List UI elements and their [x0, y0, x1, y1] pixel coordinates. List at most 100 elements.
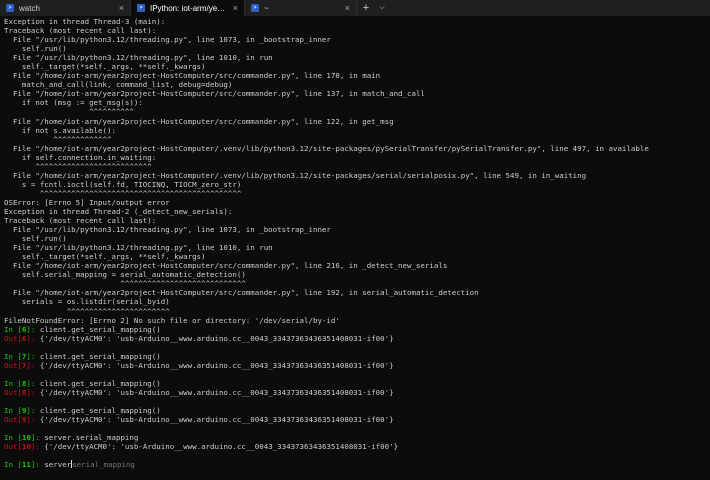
- input-code: client.get_serial_mapping(): [39, 406, 161, 416]
- terminal-line: serials = os.listdir(serial_byid): [4, 297, 170, 307]
- terminal-line: Traceback (most recent call last):: [4, 216, 157, 226]
- prompt-number: 11: [21, 460, 31, 470]
- prompt-suffix: ]:: [26, 351, 40, 361]
- prompt-suffix: ]:: [30, 442, 45, 452]
- current-input-line[interactable]: In [11]: serverserial_mapping: [4, 460, 704, 469]
- prompt-prefix: Out[: [4, 360, 22, 370]
- prompt-prefix: Out[: [4, 415, 22, 425]
- terminal-line: File "/usr/lib/python3.12/threading.py",…: [4, 35, 331, 45]
- input-code: client.get_serial_mapping(): [39, 351, 161, 361]
- out-prompt: Out[9]:: [4, 415, 40, 424]
- out-prompt: Out[10]:: [4, 442, 44, 451]
- input-code: client.get_serial_mapping(): [39, 324, 161, 334]
- terminal-line: File "/usr/lib/python3.12/threading.py",…: [4, 225, 331, 235]
- in-prompt: In [7]:: [4, 352, 40, 361]
- tab-label: IPython: iot-arm/year2project-: [150, 3, 228, 13]
- terminal-line: Traceback (most recent call last):: [4, 26, 157, 36]
- close-icon[interactable]: ×: [119, 3, 124, 13]
- output-line: Out[7]: {'/dev/ttyACM0': 'usb-Arduino__w…: [4, 361, 704, 370]
- new-tab-button[interactable]: +: [357, 0, 375, 16]
- in-prompt: In [8]:: [4, 379, 40, 388]
- prompt-suffix: ]:: [26, 406, 40, 416]
- prompt-suffix: ]:: [30, 433, 45, 443]
- prompt-suffix: ]:: [26, 378, 40, 388]
- output-value: {'/dev/ttyACM0': 'usb-Arduino__www.ardui…: [39, 360, 394, 370]
- prompt-prefix: In [: [4, 378, 22, 388]
- output-line: Out[9]: {'/dev/ttyACM0': 'usb-Arduino__w…: [4, 415, 704, 424]
- output-line: Out[10]: {'/dev/ttyACM0': 'usb-Arduino__…: [4, 442, 704, 451]
- terminal-line: File "/usr/lib/python3.12/threading.py",…: [4, 53, 273, 63]
- terminal-line: ^^^^^^^^^^^^^^^^^^^^^^^^^^^^: [4, 279, 246, 289]
- terminal-line: self._target(*self._args, **self._kwargs…: [4, 252, 206, 262]
- terminal-line: Exception in thread Thread-3 (main):: [4, 17, 166, 26]
- terminal-line: ^^^^^^^^^^^^^: [4, 134, 112, 144]
- terminal-line: match_and_call(link, command_list, debug…: [4, 80, 233, 90]
- output-line: Out[6]: {'/dev/ttyACM0': 'usb-Arduino__w…: [4, 334, 704, 343]
- prompt-suffix: ]:: [26, 324, 40, 334]
- in-prompt: In [11]:: [4, 460, 44, 469]
- tab-home[interactable]: > ~ ×: [245, 0, 357, 16]
- prompt-suffix: ]:: [26, 360, 40, 370]
- autosuggest-text: serial_mapping: [72, 460, 135, 470]
- tab-ipython[interactable]: > IPython: iot-arm/year2project- ×: [131, 0, 245, 16]
- prompt-number: 10: [21, 433, 31, 443]
- terminal-line: if self.connection.in_waiting:: [4, 152, 157, 162]
- out-prompt: Out[6]:: [4, 334, 40, 343]
- tab-label: ~: [264, 3, 269, 13]
- terminal-line: FileNotFoundError: [Errno 2] No such fil…: [4, 315, 340, 325]
- input-line: In [9]: client.get_serial_mapping(): [4, 406, 704, 415]
- input-line: In [10]: server.serial_mapping: [4, 433, 704, 442]
- input-line: In [7]: client.get_serial_mapping(): [4, 352, 704, 361]
- prompt-suffix: ]:: [26, 333, 40, 343]
- terminal-line: ^^^^^^^^^^^^^^^^^^^^^^^^^^^^^^^^^^^^^^^^…: [4, 188, 242, 198]
- input-line: In [8]: client.get_serial_mapping(): [4, 379, 704, 388]
- in-prompt: In [6]:: [4, 325, 40, 334]
- terminal-icon: >: [251, 4, 259, 12]
- terminal-line: File "/home/iot-arm/year2project-HostCom…: [4, 71, 381, 81]
- input-code: client.get_serial_mapping(): [39, 378, 161, 388]
- output-value: {'/dev/ttyACM0': 'usb-Arduino__www.ardui…: [39, 333, 394, 343]
- terminal-line: ^^^^^^^^^^^^^^^^^^^^^^^: [4, 306, 170, 316]
- prompt-suffix: ]:: [30, 460, 45, 470]
- in-prompt: In [10]:: [4, 433, 44, 442]
- tab-watch[interactable]: > watch ×: [0, 0, 131, 16]
- terminal-tab-bar: > watch × > IPython: iot-arm/year2projec…: [0, 0, 710, 16]
- close-icon[interactable]: ×: [345, 3, 350, 13]
- close-icon[interactable]: ×: [233, 3, 238, 13]
- terminal-icon: >: [137, 4, 145, 12]
- terminal-line: self.run(): [4, 44, 67, 54]
- typed-text[interactable]: server: [44, 460, 71, 469]
- prompt-suffix: ]:: [26, 387, 40, 397]
- terminal-line: File "/home/iot-arm/year2project-HostCom…: [4, 261, 448, 271]
- prompt-prefix: In [: [4, 433, 22, 443]
- terminal-line: self._target(*self._args, **self._kwargs…: [4, 62, 206, 72]
- terminal-line: self.run(): [4, 234, 67, 244]
- in-prompt: In [9]:: [4, 406, 40, 415]
- terminal-output[interactable]: Exception in thread Thread-3 (main): Trac…: [4, 17, 704, 479]
- terminal-line: File "/home/iot-arm/year2project-HostCom…: [4, 288, 479, 298]
- terminal-line: File "/home/iot-arm/year2project-HostCom…: [4, 116, 394, 126]
- terminal-line: File "/usr/lib/python3.12/threading.py",…: [4, 243, 273, 253]
- terminal-line: if not (msg := get_msg(s)):: [4, 98, 143, 108]
- output-line: Out[8]: {'/dev/ttyACM0': 'usb-Arduino__w…: [4, 388, 704, 397]
- prompt-prefix: In [: [4, 351, 22, 361]
- terminal-line: ^^^^^^^^^^^^^^^^^^^^^^^^^^: [4, 161, 152, 171]
- terminal-line: File "/home/iot-arm/year2project-HostCom…: [4, 89, 425, 99]
- terminal-line: File "/home/iot-arm/year2project-HostCom…: [4, 170, 587, 180]
- prompt-prefix: Out[: [4, 442, 22, 452]
- input-code: server.serial_mapping: [44, 433, 139, 443]
- prompt-prefix: In [: [4, 406, 22, 416]
- out-prompt: Out[7]:: [4, 361, 40, 370]
- prompt-prefix: Out[: [4, 387, 22, 397]
- input-line: In [6]: client.get_serial_mapping(): [4, 325, 704, 334]
- chevron-down-icon[interactable]: ⌵: [375, 0, 389, 16]
- prompt-suffix: ]:: [26, 415, 40, 425]
- tab-label: watch: [19, 3, 40, 13]
- terminal-icon: >: [6, 4, 14, 12]
- terminal-line: Exception in thread Thread-2 (_detect_ne…: [4, 206, 233, 216]
